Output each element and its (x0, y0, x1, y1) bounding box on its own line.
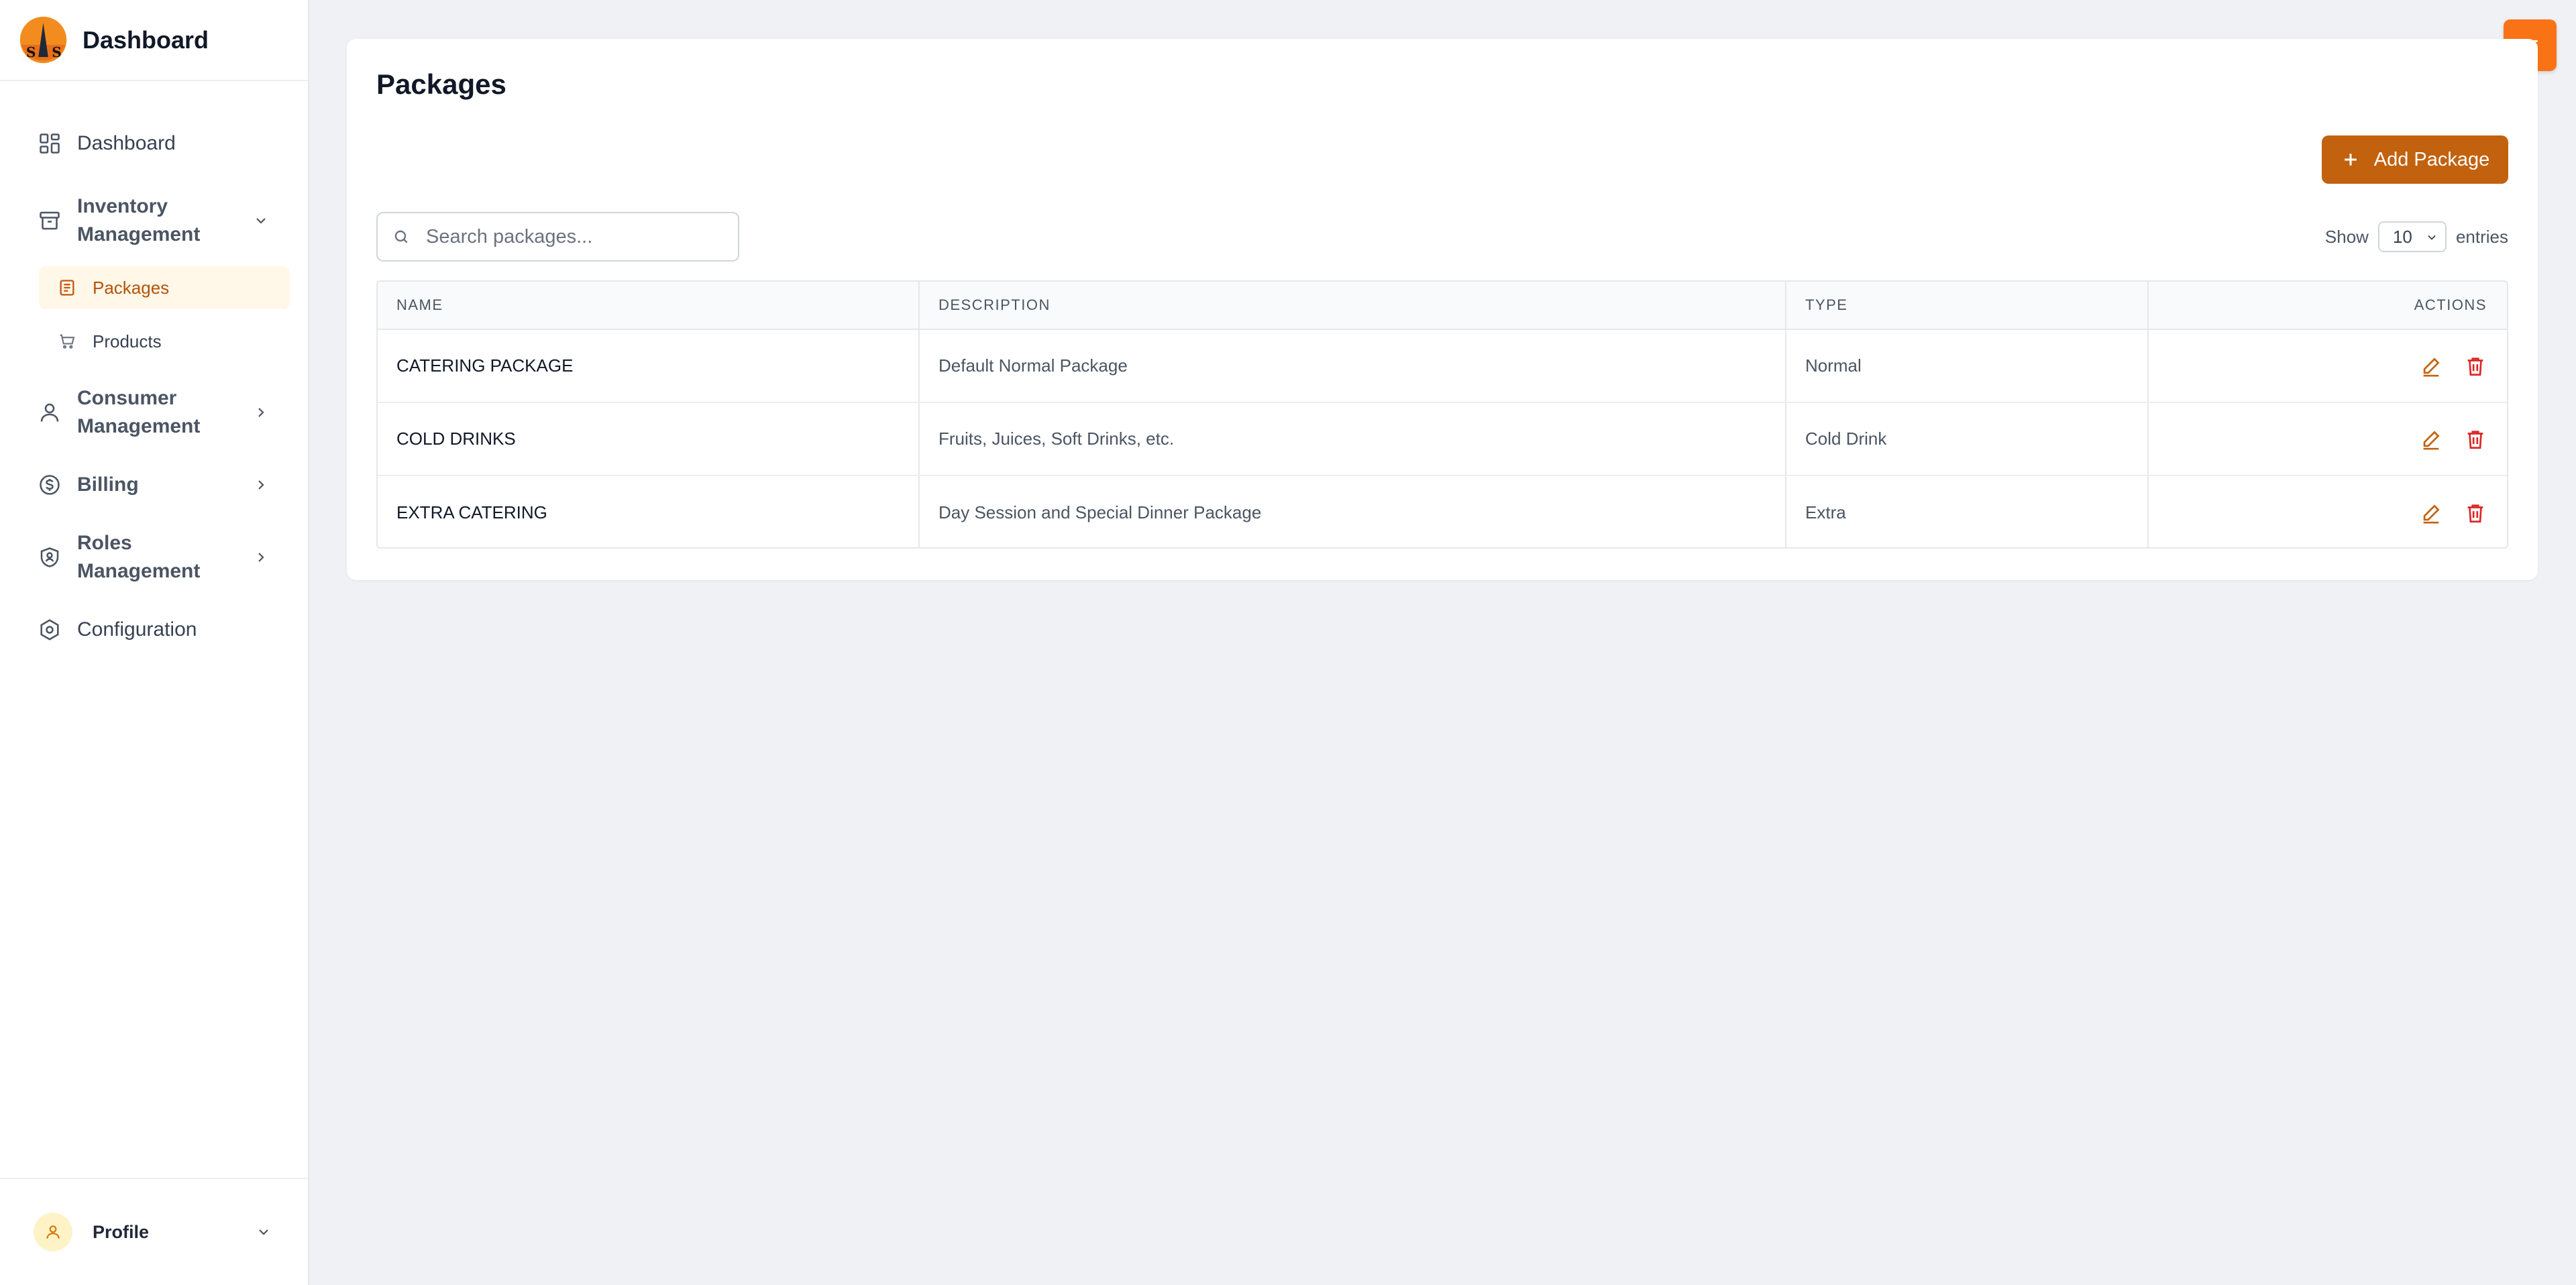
show-label: Show (2324, 226, 2369, 247)
user-icon (40, 403, 59, 422)
sidebar-item-roles-management[interactable]: Roles Management (0, 517, 308, 598)
cell-description: Fruits, Juices, Soft Drinks, etc. (938, 429, 1175, 449)
sidebar-subitem-packages[interactable]: Packages (39, 266, 290, 309)
shield-user-icon (40, 547, 59, 567)
chevron-down-icon (259, 1229, 268, 1235)
sidebar: S S Dashboard Dashboard Inventory Manage… (0, 0, 309, 1285)
page-title: Packages (376, 68, 506, 100)
cell-description: Default Normal Package (938, 355, 1128, 376)
cell-name: EXTRA CATERING (396, 502, 547, 522)
chevron-right-icon (258, 480, 264, 490)
search-input[interactable] (426, 225, 721, 248)
app-title: Dashboard (83, 25, 209, 54)
sidebar-nav: Dashboard Inventory Management Packages … (0, 81, 308, 662)
svg-text:S: S (26, 44, 36, 60)
edit-icon[interactable] (2420, 428, 2443, 451)
sidebar-item-dashboard[interactable]: Dashboard (0, 107, 308, 180)
sidebar-subitem-label: Products (93, 331, 162, 351)
packages-card: Packages Add Package Show 10 entries NAM… (347, 39, 2538, 580)
entries-label: entries (2455, 226, 2508, 247)
chevron-down-icon (2428, 235, 2436, 240)
column-header-type: TYPE (1805, 296, 1848, 313)
table-row: EXTRA CATERING Day Session and Special D… (378, 476, 2507, 547)
edit-icon[interactable] (2420, 502, 2443, 524)
edit-icon[interactable] (2420, 355, 2443, 378)
cell-name: CATERING PACKAGE (396, 355, 574, 376)
entries-select[interactable]: 10 (2377, 221, 2447, 252)
delete-icon[interactable] (2464, 502, 2487, 524)
column-header-actions: ACTIONS (2414, 296, 2487, 313)
sidebar-item-configuration[interactable]: Configuration (0, 598, 308, 662)
user-icon (46, 1225, 60, 1239)
grid-icon (40, 133, 60, 154)
sidebar-item-label: Inventory Management (77, 195, 201, 245)
add-package-label: Add Package (2373, 148, 2490, 170)
sidebar-item-consumer-management[interactable]: Consumer Management (0, 372, 308, 453)
search-box (376, 212, 739, 262)
hexagon-cog-icon (40, 619, 59, 640)
sidebar-item-inventory-management[interactable]: Inventory Management (0, 180, 308, 261)
column-header-description: DESCRIPTION (938, 296, 1051, 313)
sidebar-item-billing[interactable]: Billing (0, 453, 308, 517)
table-row: COLD DRINKS Fruits, Juices, Soft Drinks,… (378, 403, 2507, 476)
profile-label: Profile (93, 1221, 150, 1242)
dollar-circle-icon (40, 475, 60, 495)
sidebar-subitem-products[interactable]: Products (39, 320, 290, 363)
cell-type: Normal (1805, 355, 1862, 376)
chevron-right-icon (258, 408, 264, 417)
document-list-icon (60, 280, 74, 296)
sidebar-item-label: Roles Management (77, 532, 201, 582)
packages-table: NAME DESCRIPTION TYPE ACTIONS CATERING P… (376, 280, 2508, 549)
delete-icon[interactable] (2464, 355, 2487, 378)
profile-menu[interactable]: Profile (0, 1178, 308, 1285)
sidebar-subitem-label: Packages (93, 277, 170, 298)
plus-icon (2344, 154, 2357, 166)
column-header-name: NAME (396, 296, 443, 313)
table-header: NAME DESCRIPTION TYPE ACTIONS (378, 282, 2507, 330)
entries-value: 10 (2392, 226, 2412, 247)
avatar (34, 1213, 72, 1251)
cell-name: COLD DRINKS (396, 429, 516, 449)
archive-box-icon (40, 211, 60, 230)
table-row: CATERING PACKAGE Default Normal Package … (378, 330, 2507, 403)
chevron-right-icon (258, 553, 264, 562)
sidebar-item-label: Consumer Management (77, 387, 201, 437)
chevron-down-icon (256, 218, 266, 224)
cart-icon (60, 334, 75, 349)
delete-icon[interactable] (2464, 428, 2487, 451)
cell-description: Day Session and Special Dinner Package (938, 502, 1262, 522)
search-icon (394, 230, 408, 243)
show-entries-control: Show 10 entries (2325, 221, 2508, 252)
cell-type: Extra (1805, 502, 1846, 522)
sidebar-item-label: Configuration (77, 618, 197, 640)
sidebar-item-label: Dashboard (77, 132, 176, 154)
add-package-button[interactable]: Add Package (2322, 135, 2508, 184)
sidebar-item-label: Billing (77, 473, 139, 496)
logo-icon: S S (19, 16, 67, 64)
cell-type: Cold Drink (1805, 429, 1887, 449)
brand-header[interactable]: S S Dashboard (0, 0, 308, 81)
svg-text:S: S (52, 44, 62, 60)
